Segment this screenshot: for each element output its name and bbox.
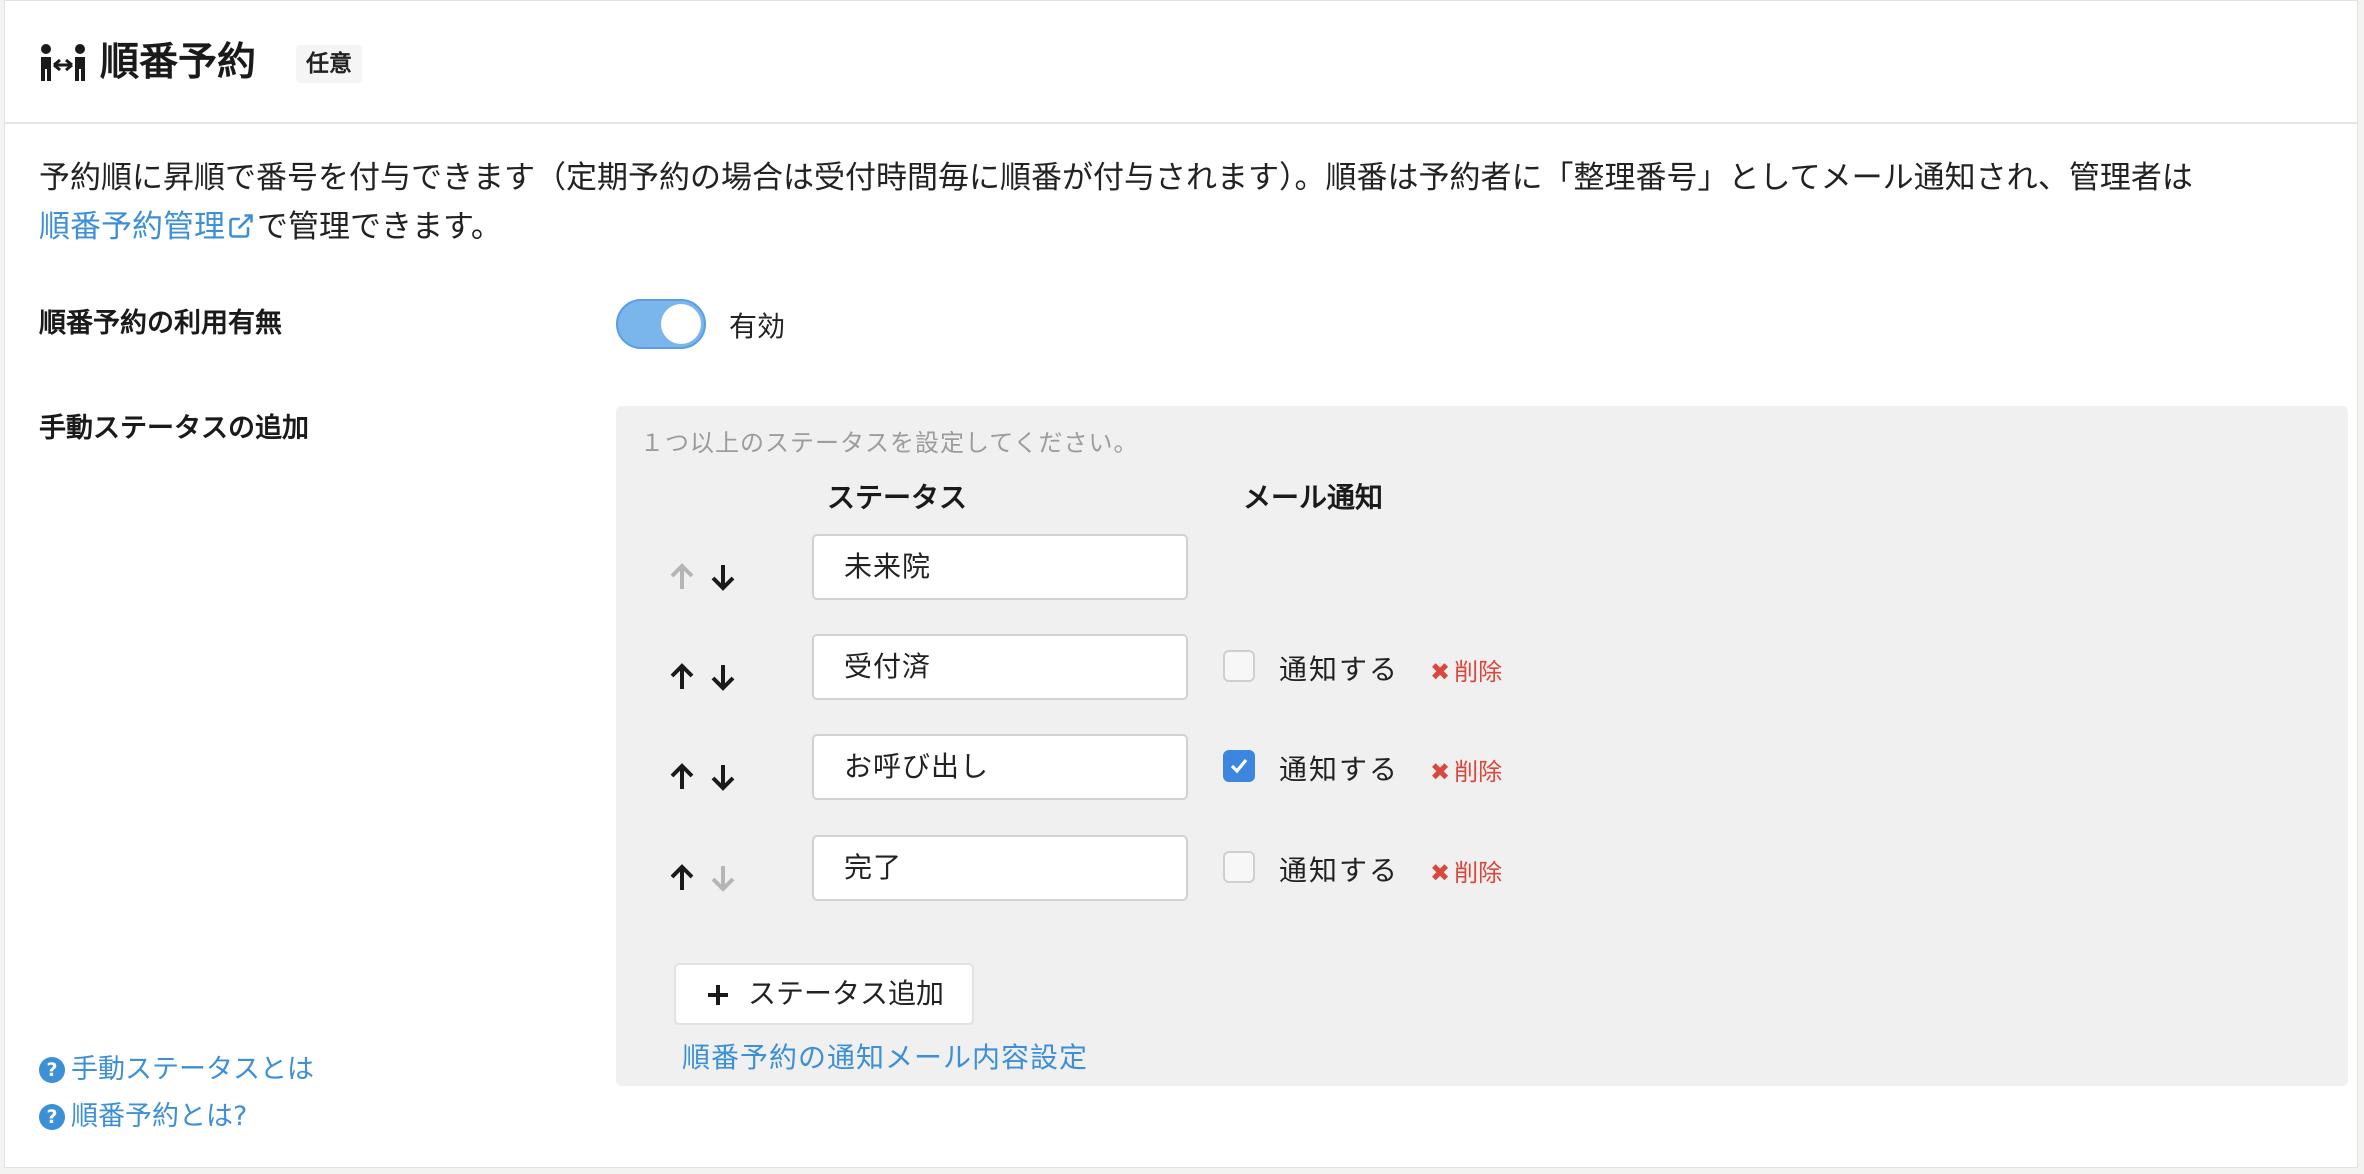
queue-management-link[interactable]: 順番予約管理 xyxy=(39,209,257,245)
status-row: 完了 通知する ✖ 削除 xyxy=(616,835,2348,905)
usage-label: 順番予約の利用有無 xyxy=(39,308,282,339)
status-name-input[interactable]: 受付済 xyxy=(812,634,1188,700)
manual-status-panel: １つ以上のステータスを設定してください。 ステータス メール通知 未来院 受付済… xyxy=(616,406,2348,1086)
delete-status-button[interactable]: ✖ 削除 xyxy=(1430,652,1502,687)
plus-icon xyxy=(708,985,728,1005)
move-up-arrow-icon[interactable] xyxy=(668,662,696,692)
external-link-icon xyxy=(229,214,253,238)
status-name-input[interactable]: 未来院 xyxy=(812,534,1188,600)
checkmark-icon xyxy=(1230,758,1248,774)
optional-badge: 任意 xyxy=(296,45,362,83)
queue-reservation-card: 順番予約 任意 予約順に昇順で番号を付与できます（定期予約の場合は受付時間毎に順… xyxy=(4,0,2358,1168)
status-name-input[interactable]: 完了 xyxy=(812,835,1188,901)
move-up-arrow-icon xyxy=(670,563,694,589)
toggle-knob xyxy=(661,304,701,344)
add-status-button[interactable]: ステータス追加 xyxy=(674,963,974,1025)
description-text: 予約順に昇順で番号を付与できます（定期予約の場合は受付時間毎に順番が付与されます… xyxy=(39,160,2193,196)
description: 予約順に昇順で番号を付与できます（定期予約の場合は受付時間毎に順番が付与されます… xyxy=(39,154,2339,252)
usage-toggle[interactable] xyxy=(616,299,706,349)
notification-mail-settings-link[interactable]: 順番予約の通知メール内容設定 xyxy=(682,1036,1088,1076)
delete-status-button[interactable]: ✖ 削除 xyxy=(1430,752,1502,787)
card-header: 順番予約 任意 xyxy=(5,1,2357,124)
add-status-label: ステータス追加 xyxy=(748,977,945,1010)
notify-checkbox[interactable] xyxy=(1223,851,1255,883)
queue-people-icon xyxy=(41,44,85,81)
description-suffix: で管理できます。 xyxy=(257,209,502,245)
help-queue-link[interactable]: ? 順番予約とは? xyxy=(39,1094,247,1133)
delete-x-icon: ✖ xyxy=(1430,658,1451,686)
notify-label: 通知する xyxy=(1279,854,1400,887)
delete-x-icon: ✖ xyxy=(1430,859,1451,887)
move-up-arrow-icon[interactable] xyxy=(668,762,696,792)
delete-label: 削除 xyxy=(1454,658,1503,686)
question-circle-icon: ? xyxy=(39,1057,65,1083)
status-row: 受付済 通知する ✖ 削除 xyxy=(616,634,2348,704)
mail-column-header: メール通知 xyxy=(1243,481,1384,514)
move-down-arrow-icon xyxy=(711,866,735,892)
move-down-arrow-icon[interactable] xyxy=(709,562,737,592)
page-title: 順番予約 xyxy=(100,40,257,85)
status-row: 未来院 xyxy=(616,534,2348,604)
status-name-input[interactable]: お呼び出し xyxy=(812,734,1188,800)
notify-checkbox[interactable] xyxy=(1223,750,1255,782)
notify-label: 通知する xyxy=(1279,753,1400,786)
question-circle-icon: ? xyxy=(39,1104,65,1130)
status-column-header: ステータス xyxy=(827,481,968,514)
status-hint: １つ以上のステータスを設定してください。 xyxy=(640,429,1139,457)
delete-label: 削除 xyxy=(1454,859,1503,887)
delete-status-button[interactable]: ✖ 削除 xyxy=(1430,853,1502,888)
help-queue-label: 順番予約とは? xyxy=(71,1101,248,1132)
move-down-arrow-icon[interactable] xyxy=(709,762,737,792)
status-row: お呼び出し 通知する ✖ 削除 xyxy=(616,734,2348,804)
move-down-arrow-icon[interactable] xyxy=(709,662,737,692)
queue-management-link-label: 順番予約管理 xyxy=(39,209,225,245)
delete-label: 削除 xyxy=(1454,758,1503,786)
notify-label: 通知する xyxy=(1279,653,1400,686)
usage-toggle-label: 有効 xyxy=(729,310,786,343)
notify-checkbox[interactable] xyxy=(1223,650,1255,682)
manual-status-label: 手動ステータスの追加 xyxy=(39,413,309,444)
help-manual-status-link[interactable]: ? 手動ステータスとは xyxy=(39,1047,314,1086)
delete-x-icon: ✖ xyxy=(1430,758,1451,786)
move-up-arrow-icon[interactable] xyxy=(668,863,696,893)
help-manual-status-label: 手動ステータスとは xyxy=(71,1054,314,1085)
